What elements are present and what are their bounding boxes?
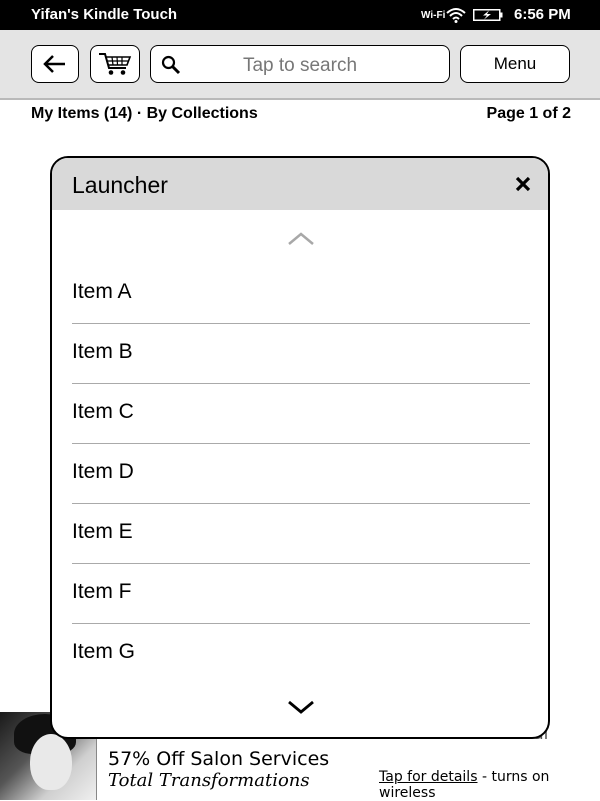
ad-headline: 57% Off Salon Services [108, 748, 330, 770]
search-input[interactable]: Tap to search [150, 45, 450, 83]
my-items-sort-label[interactable]: My Items (14) · By Collections [31, 105, 258, 123]
wifi-label: Wi-Fi [421, 10, 446, 21]
list-item[interactable]: Item E [72, 504, 530, 564]
back-button[interactable] [31, 45, 79, 83]
dialog-title: Launcher [72, 172, 168, 198]
toolbar: Tap to search Menu [0, 30, 600, 100]
scroll-up-icon[interactable] [286, 230, 316, 248]
list-item-label: Item C [72, 400, 134, 423]
device-name: Yifan's Kindle Touch [31, 6, 178, 23]
ad-tap-details[interactable]: Tap for details - turns on wireless [379, 769, 600, 801]
clock: 6:56 PM [514, 6, 571, 23]
search-placeholder: Tap to search [242, 55, 358, 76]
wifi-icon [446, 8, 466, 23]
list-item-label: Item G [72, 640, 136, 663]
store-button[interactable] [90, 45, 140, 83]
list-item-label: Item B [72, 340, 133, 363]
list-item-label: Item E [72, 520, 133, 543]
list-item-label: Item A [72, 280, 132, 303]
list-item[interactable]: Item A [72, 264, 530, 324]
list-item-label: Item F [72, 580, 132, 603]
close-icon[interactable] [512, 173, 534, 195]
back-arrow-icon [43, 55, 65, 73]
list-item-label: Item D [72, 460, 134, 483]
dialog-header: Launcher [52, 158, 548, 210]
list-item[interactable]: Item B [72, 324, 530, 384]
list-item[interactable]: Item C [72, 384, 530, 444]
menu-button[interactable]: Menu [460, 45, 570, 83]
status-bar: Yifan's Kindle Touch Wi-Fi 6:56 PM [0, 0, 600, 30]
launcher-list: Item A Item B Item C Item D Item E Item … [72, 264, 530, 684]
battery-charging-icon [473, 9, 503, 21]
list-item[interactable]: Item G [72, 624, 530, 684]
launcher-dialog: Launcher Item A Item B Item C Item D Ite… [50, 156, 550, 739]
scroll-down-icon[interactable] [286, 698, 316, 716]
list-item[interactable]: Item F [72, 564, 530, 624]
ad-subline: Total Transformations [108, 770, 310, 791]
page-indicator: Page 1 of 2 [486, 105, 571, 122]
ad-tap-link[interactable]: Tap for details [379, 769, 478, 785]
shopping-cart-icon [99, 53, 132, 75]
list-item[interactable]: Item D [72, 444, 530, 504]
